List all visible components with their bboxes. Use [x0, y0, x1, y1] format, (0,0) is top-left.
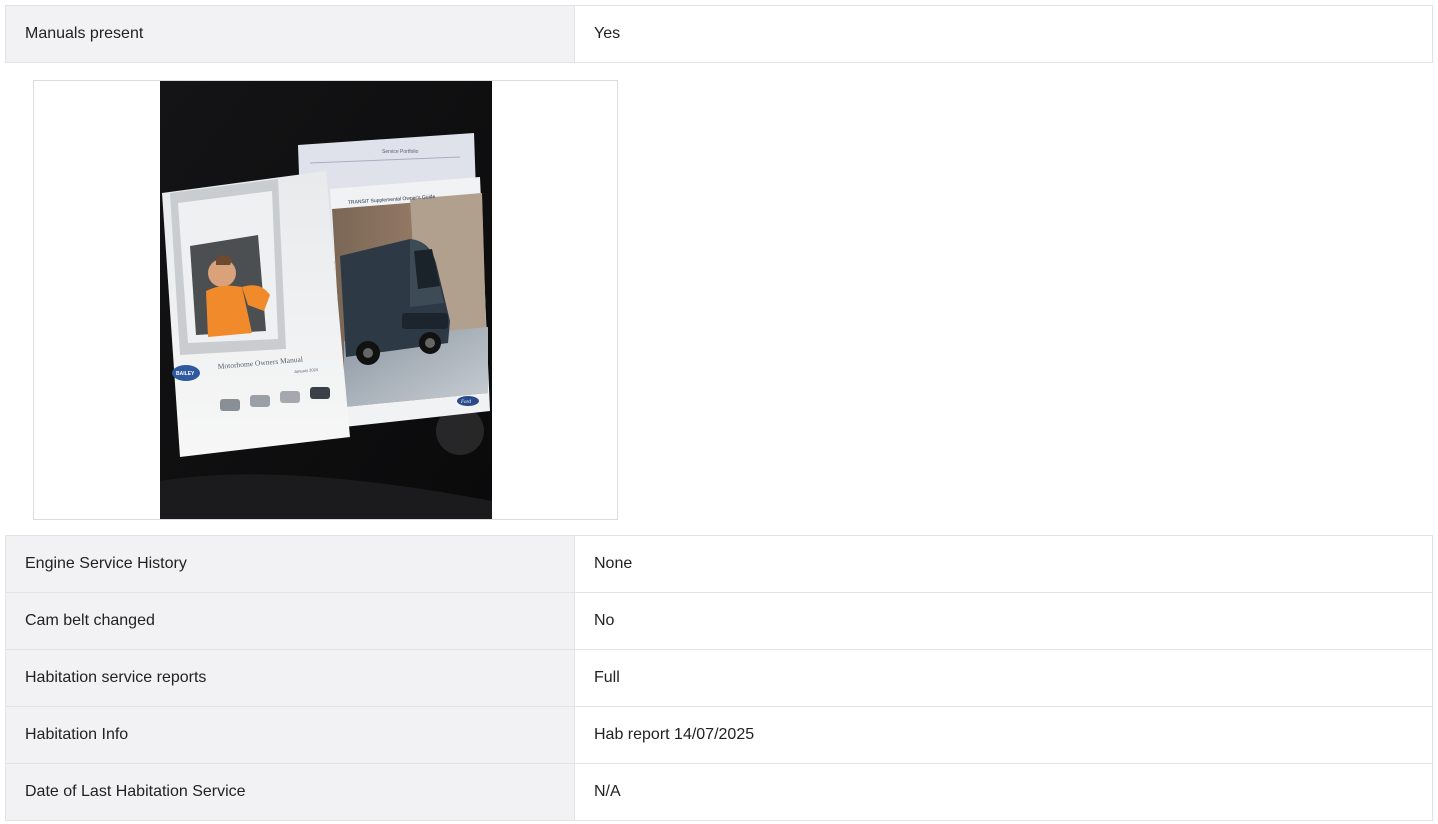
- row-value-date-of-last-habitation-service: N/A: [574, 763, 1433, 821]
- row-value-cam-belt-changed: No: [574, 592, 1433, 650]
- page: Manuals present Yes Service Portfolio TR…: [0, 0, 1438, 824]
- ford-logo-text: Ford: [460, 400, 471, 405]
- bailey-logo-text: BAILEY: [176, 371, 195, 377]
- spec-table-bottom: Engine Service History None Cam belt cha…: [5, 535, 1433, 821]
- van-illustration: [340, 239, 450, 365]
- row-value-habitation-service-reports: Full: [574, 649, 1433, 707]
- bailey-manual: Motorhome Owners Manual January 2024 BAI…: [162, 171, 350, 457]
- table-row: Habitation Info Hab report 14/07/2025: [5, 706, 1433, 764]
- row-label-habitation-service-reports: Habitation service reports: [5, 649, 575, 707]
- row-value-habitation-info: Hab report 14/07/2025: [574, 706, 1433, 764]
- spec-table-top: Manuals present Yes: [5, 5, 1433, 63]
- row-label-manuals-present: Manuals present: [5, 5, 575, 63]
- row-label-engine-service-history: Engine Service History: [5, 535, 575, 593]
- table-row: Engine Service History None: [5, 535, 1433, 593]
- row-label-habitation-info: Habitation Info: [5, 706, 575, 764]
- table-row: Manuals present Yes: [5, 5, 1433, 63]
- row-label-cam-belt-changed: Cam belt changed: [5, 592, 575, 650]
- table-row: Cam belt changed No: [5, 592, 1433, 650]
- row-value-manuals-present: Yes: [574, 5, 1433, 63]
- manuals-photo[interactable]: Service Portfolio TRANSIT Supplemental O…: [160, 81, 492, 520]
- row-label-date-of-last-habitation-service: Date of Last Habitation Service: [5, 763, 575, 821]
- ford-transit-manual: TRANSIT Supplemental Owner's Guide Ford: [330, 177, 490, 427]
- row-value-engine-service-history: None: [574, 535, 1433, 593]
- table-row: Date of Last Habitation Service N/A: [5, 763, 1433, 821]
- service-portfolio-title: Service Portfolio: [382, 149, 419, 155]
- photo-frame[interactable]: Service Portfolio TRANSIT Supplemental O…: [33, 80, 618, 520]
- table-row: Habitation service reports Full: [5, 649, 1433, 707]
